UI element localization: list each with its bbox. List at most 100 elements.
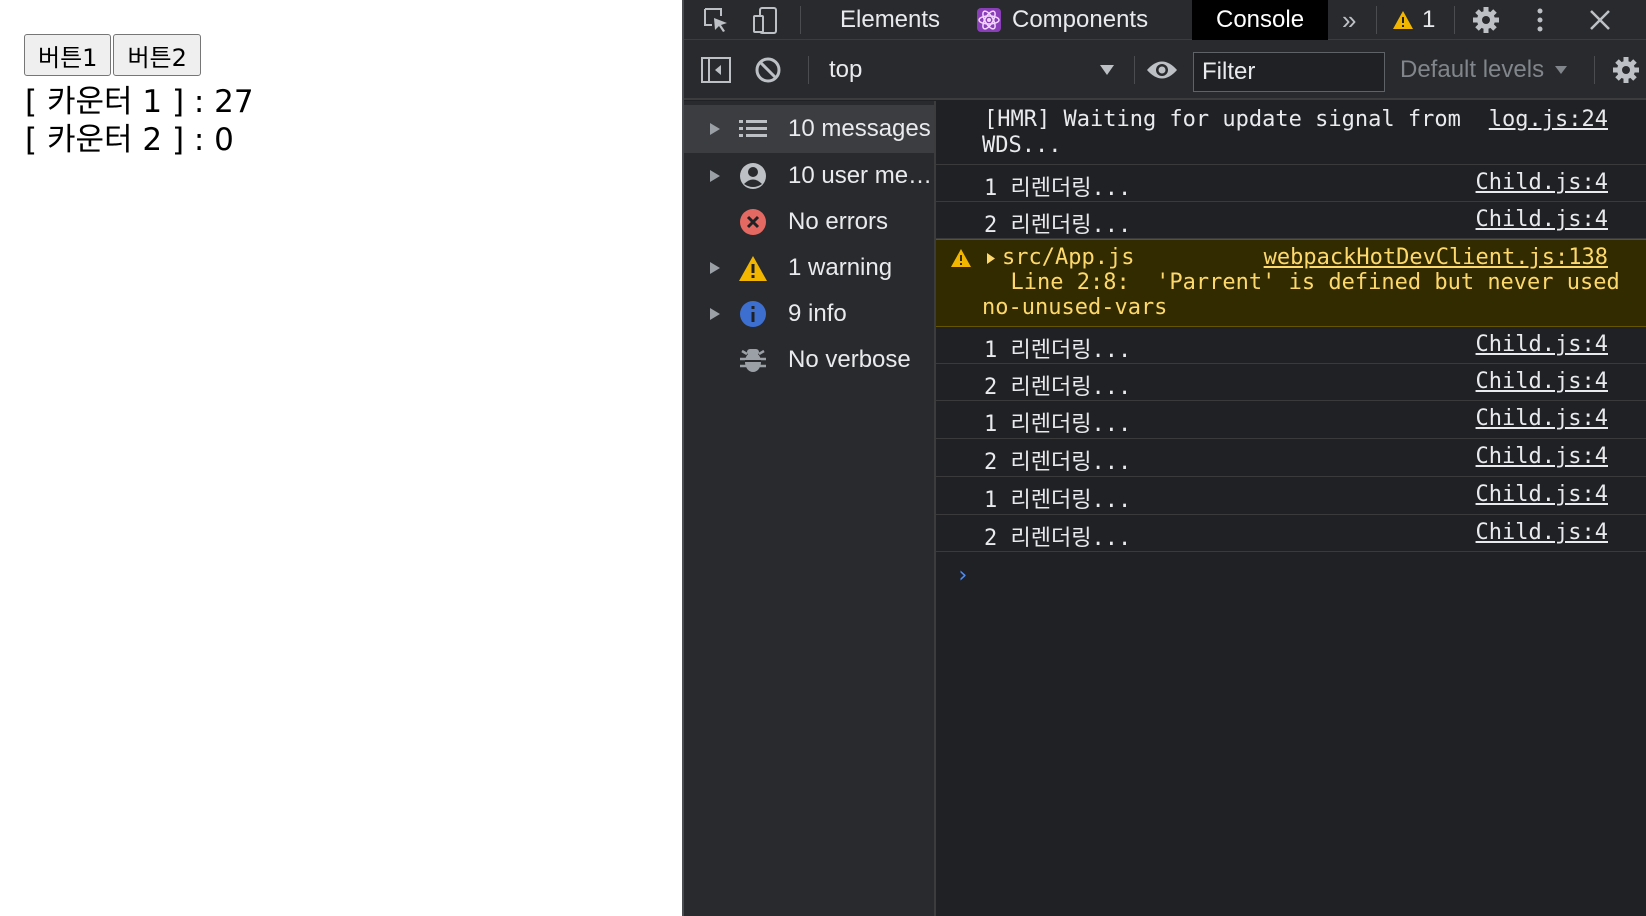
log-levels-label: Default levels (1400, 56, 1545, 83)
console-message: 2 리렌더링... Child.js:4 (936, 202, 1646, 239)
toolbar-divider (1454, 6, 1455, 34)
filter-input[interactable]: Filter (1193, 52, 1385, 92)
message-text: 1 리렌더링... (984, 338, 1132, 363)
message-text: 1 리렌더링... (984, 176, 1132, 201)
expand-arrow-icon (710, 308, 720, 320)
devtools-tabbar: Elements Components Console » 1 (684, 0, 1646, 40)
source-link[interactable]: Child.js:4 (1476, 482, 1608, 507)
button-2[interactable]: 버튼2 (113, 34, 201, 76)
sidebar-item-info[interactable]: 9 info (684, 290, 934, 338)
message-text: 2 리렌더링... (984, 526, 1132, 551)
clear-console-icon[interactable] (752, 54, 784, 86)
sidebar-toggle-icon[interactable] (700, 54, 732, 86)
button-1[interactable]: 버튼1 (24, 34, 112, 76)
devtools-panel: Elements Components Console » 1 top Filt… (682, 0, 1646, 916)
expand-arrow-icon (710, 123, 720, 135)
counter-2-text: [ 카운터 2 ] : 0 (25, 122, 234, 158)
message-text: 2 리렌더링... (984, 213, 1132, 238)
message-text: Line 2:8: 'Parrent' is defined but never… (984, 270, 1620, 295)
button-row: 버튼1 버튼2 (24, 34, 201, 76)
sidebar-item-label: 10 messages (788, 115, 931, 142)
sidebar-item-messages[interactable]: 10 messages (684, 105, 934, 153)
sidebar-item-label: No errors (788, 208, 889, 235)
sidebar-item-verbose[interactable]: No verbose (684, 336, 934, 384)
list-icon (738, 114, 768, 144)
toolbar-divider (1376, 6, 1377, 34)
source-link[interactable]: Child.js:4 (1476, 332, 1608, 357)
message-text: 2 리렌더링... (984, 450, 1132, 475)
source-link[interactable]: log.js:24 (1489, 107, 1608, 132)
expand-arrow-icon[interactable] (986, 252, 996, 265)
warning-counter[interactable]: 1 (1392, 6, 1435, 34)
message-text: [HMR] Waiting for update signal from (984, 107, 1461, 132)
message-text: no-unused-vars (982, 295, 1168, 320)
device-toolbar-icon[interactable] (750, 4, 782, 36)
console-message: 1 리렌더링... Child.js:4 (936, 477, 1646, 515)
toolbar-divider (808, 56, 809, 84)
bug-icon (738, 345, 768, 375)
source-link[interactable]: Child.js:4 (1476, 444, 1608, 469)
console-message: 2 리렌더링... Child.js:4 (936, 439, 1646, 477)
sidebar-item-label: 9 info (788, 300, 847, 327)
warning-icon (951, 249, 971, 267)
source-link[interactable]: Child.js:4 (1476, 406, 1608, 431)
context-selector[interactable]: top (829, 52, 1119, 88)
more-options-icon[interactable] (1524, 4, 1556, 36)
source-link[interactable]: Child.js:4 (1476, 207, 1608, 232)
filter-placeholder: Filter (1202, 58, 1256, 85)
toolbar-divider (1134, 56, 1135, 84)
source-link[interactable]: Child.js:4 (1476, 369, 1608, 394)
message-text: 1 리렌더링... (984, 488, 1132, 513)
error-icon (738, 207, 768, 237)
dropdown-triangle-icon (1100, 65, 1114, 75)
inspect-element-icon[interactable] (700, 4, 732, 36)
warning-count: 1 (1422, 6, 1436, 33)
sidebar-item-warnings[interactable]: 1 warning (684, 244, 934, 292)
settings-gear-icon[interactable] (1470, 4, 1502, 36)
console-warning-message: src/App.js Line 2:8: 'Parrent' is define… (936, 239, 1646, 327)
more-tabs-button[interactable]: » (1342, 0, 1356, 40)
context-selector-value: top (829, 56, 863, 83)
expand-arrow-icon (710, 262, 720, 274)
live-expression-eye-icon[interactable] (1146, 54, 1178, 86)
warning-triangle-icon (1393, 11, 1413, 29)
source-link[interactable]: Child.js:4 (1476, 520, 1608, 545)
console-prompt[interactable]: › (956, 563, 969, 588)
sidebar-item-label: 10 user me… (788, 162, 933, 189)
tab-components[interactable]: Components (976, 0, 1148, 40)
console-output: [HMR] Waiting for update signal from WDS… (936, 101, 1646, 916)
console-message: [HMR] Waiting for update signal from WDS… (936, 101, 1646, 165)
tab-elements[interactable]: Elements (840, 0, 940, 40)
tab-console[interactable]: Console (1192, 0, 1329, 40)
info-icon (738, 299, 768, 329)
sidebar-item-label: No verbose (788, 346, 911, 373)
warning-icon (738, 253, 768, 283)
console-sidebar: 10 messages 10 user me… No errors 1 warn… (684, 101, 936, 916)
source-link[interactable]: Child.js:4 (1476, 170, 1608, 195)
close-icon[interactable] (1584, 4, 1616, 36)
toolbar-divider (1594, 56, 1595, 84)
message-text: src/App.js (1002, 245, 1135, 270)
source-link[interactable]: webpackHotDevClient.js:138 (1264, 245, 1608, 270)
react-icon (976, 7, 1002, 33)
sidebar-item-errors[interactable]: No errors (684, 198, 934, 246)
console-message: 2 리렌더링... Child.js:4 (936, 515, 1646, 552)
sidebar-item-label: 1 warning (788, 254, 893, 281)
sidebar-item-user-messages[interactable]: 10 user me… (684, 152, 934, 200)
expand-arrow-icon (710, 170, 720, 182)
tab-components-label: Components (1012, 6, 1149, 33)
console-message: 1 리렌더링... Child.js:4 (936, 327, 1646, 364)
console-message: 1 리렌더링... Child.js:4 (936, 401, 1646, 439)
toolbar-divider (800, 6, 801, 34)
dropdown-triangle-icon (1555, 66, 1568, 74)
log-levels-dropdown[interactable]: Default levels (1400, 52, 1568, 88)
console-settings-gear-icon[interactable] (1610, 54, 1642, 86)
console-message: 1 리렌더링... Child.js:4 (936, 165, 1646, 202)
console-message: 2 리렌더링... Child.js:4 (936, 364, 1646, 401)
page-content: 버튼1 버튼2 [ 카운터 1 ] : 27 [ 카운터 2 ] : 0 (0, 0, 682, 916)
user-icon (738, 161, 768, 191)
message-text: 1 리렌더링... (984, 412, 1132, 437)
console-toolbar: top Filter Default levels (684, 40, 1646, 100)
message-text: WDS... (982, 133, 1062, 158)
message-text: 2 리렌더링... (984, 375, 1132, 400)
